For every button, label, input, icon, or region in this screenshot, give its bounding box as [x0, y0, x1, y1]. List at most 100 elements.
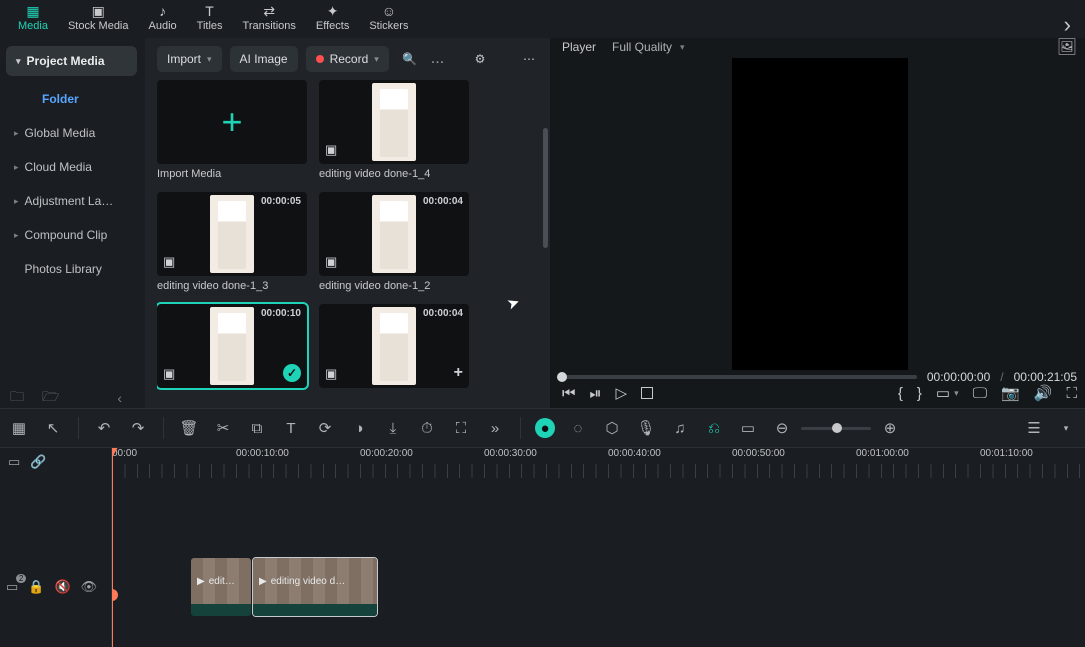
- media-card-selected[interactable]: 00:00:10 ▣ ✓ editing video done-1_1: [157, 304, 307, 390]
- track-view-button[interactable]: ☰: [1023, 417, 1045, 439]
- media-card[interactable]: 00:00:04 ▣ + editing video done-1: [319, 304, 469, 390]
- volume-button[interactable]: 🔊: [1034, 384, 1053, 402]
- prev-frame-button[interactable]: ⏮: [562, 385, 576, 402]
- new-folder-icon[interactable]: 🗀: [10, 386, 24, 410]
- sidebar-item-compound-clip[interactable]: ▸Compound Clip: [0, 218, 145, 252]
- sidebar-item-cloud-media[interactable]: ▸Cloud Media: [0, 150, 145, 184]
- mark-out-button[interactable]: }: [917, 385, 922, 402]
- link-icon[interactable]: 🔗: [30, 454, 46, 470]
- mute-track-icon[interactable]: 🔇: [54, 579, 70, 595]
- media-card[interactable]: 00:00:04 ▣ editing video done-1_2: [319, 192, 469, 292]
- filter-button[interactable]: ⚙: [467, 46, 493, 72]
- hide-track-icon[interactable]: 👁: [81, 579, 98, 595]
- record-dot-icon: [316, 55, 324, 63]
- auto-cut-button[interactable]: ⎌: [703, 417, 725, 439]
- import-button[interactable]: Import▾: [157, 46, 222, 72]
- display-button[interactable]: 🖵: [973, 385, 987, 402]
- folder-plus-icon[interactable]: 🗁: [42, 386, 59, 410]
- crop-button[interactable]: ⧉: [246, 417, 268, 439]
- quality-selector[interactable]: Full Quality▾: [612, 40, 685, 54]
- zoom-knob[interactable]: [832, 423, 842, 433]
- timeline-ruler[interactable]: 00:00 00:00:10:00 00:00:20:00 00:00:30:0…: [112, 448, 1085, 478]
- grid-icon[interactable]: ▦: [8, 417, 30, 439]
- marker-green-button[interactable]: ●: [535, 418, 555, 438]
- scrub-handle[interactable]: [557, 372, 567, 382]
- snapshot-icon[interactable]: 🖼: [1057, 37, 1077, 57]
- aspect-ratio-button[interactable]: ▭▾: [936, 384, 959, 402]
- scrub-track[interactable]: [562, 375, 917, 379]
- play-button[interactable]: ▷: [616, 384, 628, 402]
- media-thumb[interactable]: ▣: [319, 80, 469, 164]
- fit-button[interactable]: ⛶: [450, 417, 472, 439]
- search-button[interactable]: 🔍: [397, 46, 423, 72]
- timeline-body[interactable]: 00:00 00:00:10:00 00:00:20:00 00:00:30:0…: [112, 448, 1085, 647]
- redo-button[interactable]: ↷: [127, 417, 149, 439]
- more-button[interactable]: ⋯: [516, 46, 542, 72]
- split-button[interactable]: ✂: [212, 417, 234, 439]
- collapse-sidebar-icon[interactable]: ‹: [117, 390, 122, 406]
- ruler-tick: 00:00:10:00: [236, 448, 289, 459]
- color-button[interactable]: ◑: [348, 417, 370, 439]
- marker-button[interactable]: ◌: [567, 417, 589, 439]
- pointer-tool[interactable]: ↖: [42, 417, 64, 439]
- media-thumb[interactable]: 00:00:04 ▣: [319, 192, 469, 276]
- play-pause-button[interactable]: ⏯: [590, 385, 602, 402]
- playhead[interactable]: [112, 448, 113, 647]
- global-link-icon[interactable]: ▭: [8, 454, 20, 470]
- media-scrollbar[interactable]: [543, 88, 548, 368]
- media-thumb[interactable]: 00:00:05 ▣: [157, 192, 307, 276]
- tab-stock-media[interactable]: ▣Stock Media: [58, 2, 139, 38]
- timeline-clip[interactable]: ▶edit…: [190, 557, 252, 617]
- media-card-import[interactable]: + Import Media: [157, 80, 307, 180]
- media-card[interactable]: ▣ editing video done-1_4: [319, 80, 469, 180]
- search-icon: 🔍: [402, 52, 417, 66]
- import-thumb[interactable]: +: [157, 80, 307, 164]
- sidebar-project-media[interactable]: ▾ Project Media: [6, 46, 137, 76]
- sidebar-item-photos-library[interactable]: ▸Photos Library: [0, 252, 145, 286]
- track-view-caret[interactable]: ▾: [1055, 417, 1077, 439]
- zoom-in-button[interactable]: ⊕: [879, 417, 901, 439]
- text-button[interactable]: T: [280, 417, 302, 439]
- tab-transitions[interactable]: ⇄Transitions: [233, 2, 306, 38]
- frame-button[interactable]: ▭: [737, 417, 759, 439]
- tab-titles[interactable]: TTitles: [187, 2, 233, 38]
- sidebar-item-global-media[interactable]: ▸Global Media: [0, 116, 145, 150]
- tab-media[interactable]: ▦Media: [8, 2, 58, 38]
- sidebar-item-adjustment-layer[interactable]: ▸Adjustment La…: [0, 184, 145, 218]
- fullscreen-button[interactable]: ⛶: [1066, 385, 1077, 402]
- voice-button[interactable]: 🎙: [635, 417, 657, 439]
- ai-image-button[interactable]: AI Image: [230, 46, 298, 72]
- scrollbar-thumb[interactable]: [543, 128, 548, 248]
- mark-in-button[interactable]: {: [898, 385, 903, 402]
- sidebar-folder[interactable]: Folder: [0, 82, 145, 116]
- lock-track-icon[interactable]: 🔒: [28, 579, 44, 595]
- stop-button[interactable]: [641, 387, 653, 399]
- tab-audio[interactable]: ♪Audio: [139, 2, 187, 38]
- more-tools-button[interactable]: »: [484, 417, 506, 439]
- media-card[interactable]: 00:00:05 ▣ editing video done-1_3: [157, 192, 307, 292]
- tab-effects[interactable]: ✦Effects: [306, 2, 359, 38]
- tab-scroll-right[interactable]: ›: [1058, 12, 1077, 38]
- record-button[interactable]: Record▾: [306, 46, 389, 72]
- snapshot-button[interactable]: 📷: [1001, 384, 1020, 402]
- media-thumb[interactable]: 00:00:10 ▣ ✓: [157, 304, 307, 388]
- preview-canvas[interactable]: [732, 58, 908, 370]
- audio-mix-button[interactable]: ♫: [669, 417, 691, 439]
- play-icon: ▶: [197, 576, 205, 587]
- undo-button[interactable]: ↶: [93, 417, 115, 439]
- timeline-clip-selected[interactable]: ▶editing video d…: [252, 557, 378, 617]
- add-icon[interactable]: +: [454, 364, 463, 382]
- zoom-out-button[interactable]: ⊖: [771, 417, 793, 439]
- delete-button[interactable]: 🗑: [178, 417, 200, 439]
- export-frame-button[interactable]: ⤓: [382, 417, 404, 439]
- video-track-icon[interactable]: ▭2: [6, 579, 18, 595]
- tab-stickers[interactable]: ☺Stickers: [359, 2, 418, 38]
- media-thumb[interactable]: 00:00:04 ▣ +: [319, 304, 469, 388]
- duration-button[interactable]: ⏱: [416, 417, 438, 439]
- check-icon: ✓: [283, 364, 301, 382]
- timeline-toolbar: ▦ ↖ ↶ ↷ 🗑 ✂ ⧉ T ⟳ ◑ ⤓ ⏱ ⛶ » ● ◌ ⬡ 🎙 ♫ ⎌ …: [0, 408, 1085, 448]
- timeline-tracks[interactable]: ▶edit… ▶editing video d…: [112, 478, 1085, 647]
- zoom-track[interactable]: [801, 427, 871, 430]
- tag-button[interactable]: ⬡: [601, 417, 623, 439]
- speed-button[interactable]: ⟳: [314, 417, 336, 439]
